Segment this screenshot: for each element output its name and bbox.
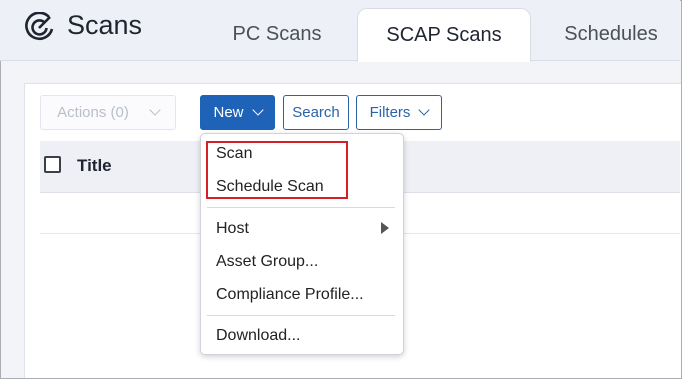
chevron-down-icon <box>149 104 161 116</box>
menu-divider <box>207 207 395 208</box>
filters-label: Filters <box>369 104 411 121</box>
chevron-down-icon <box>251 104 264 116</box>
tab-schedules[interactable]: Schedules <box>540 8 682 60</box>
tab-pc-scans[interactable]: PC Scans <box>212 8 342 60</box>
actions-button: Actions (0) <box>40 95 176 130</box>
chevron-down-icon <box>418 104 431 116</box>
menu-item-schedule-scan[interactable]: Schedule Scan <box>216 178 324 196</box>
menu-item-host[interactable]: Host <box>216 220 249 238</box>
search-label: Search <box>292 104 340 121</box>
menu-item-asset-group[interactable]: Asset Group... <box>216 253 318 271</box>
tab-scap-scans[interactable]: SCAP Scans <box>357 8 531 62</box>
actions-label: Actions (0) <box>57 104 129 121</box>
select-all-checkbox[interactable] <box>44 156 61 173</box>
column-header-title[interactable]: Title <box>77 156 112 176</box>
menu-item-scan[interactable]: Scan <box>216 145 252 163</box>
radar-icon <box>25 12 54 41</box>
menu-divider <box>207 315 395 316</box>
new-dropdown-menu: Scan Schedule Scan Host Asset Group... C… <box>200 133 404 355</box>
new-label: New <box>213 104 244 121</box>
menu-item-compliance-profile[interactable]: Compliance Profile... <box>216 286 364 304</box>
page-title: Scans <box>67 10 143 40</box>
new-button[interactable]: New <box>200 95 275 130</box>
filters-button[interactable]: Filters <box>356 95 442 130</box>
search-button[interactable]: Search <box>283 95 349 130</box>
menu-item-download[interactable]: Download... <box>216 327 301 345</box>
submenu-arrow-icon <box>381 222 389 234</box>
